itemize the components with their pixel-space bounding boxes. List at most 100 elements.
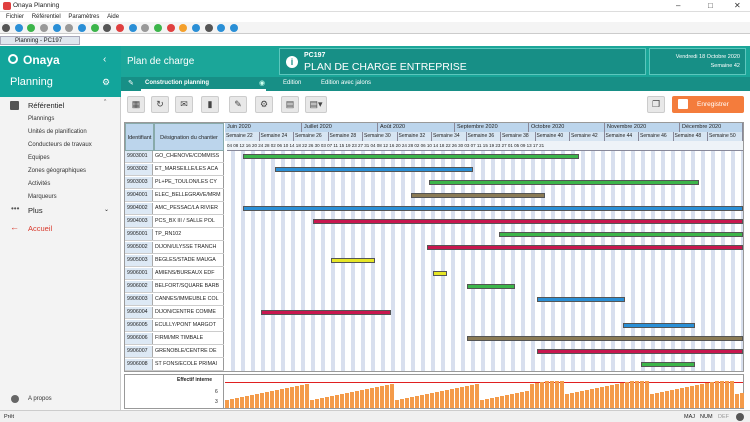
sidebar-item-referentiel[interactable]: Référentiel [28,101,64,110]
gantt-bar[interactable] [537,349,743,354]
gantt-bar[interactable] [331,258,375,263]
table-row[interactable]: 9904001 ELEC_BELLEGRAVE/MRM [125,190,224,202]
gantt-bar[interactable] [243,206,743,211]
column-header-desc[interactable]: Désignation du chantier [154,123,224,151]
back-icon[interactable] [2,24,10,32]
collapse-icon[interactable]: ‹ [103,54,106,65]
effectif-bar [700,384,704,408]
delete-icon[interactable] [116,24,125,32]
maximize-icon[interactable]: □ [708,1,713,10]
effectif-bar [725,381,729,408]
gantt-bar[interactable] [433,271,447,276]
check-icon[interactable] [154,24,163,32]
table-row[interactable]: 9906008 ST FONS/ECOLE PRIMAI [125,359,224,371]
table-row[interactable]: 9904003 PCS_BX III / SALLE POL [125,216,224,228]
export-icon[interactable]: ▤▾ [305,96,327,113]
sidebar-item-apropos[interactable]: A propos [28,396,52,402]
close-icon[interactable]: ✕ [734,1,741,10]
lock-icon[interactable] [65,24,74,32]
settings-button-icon[interactable]: ⚙ [255,96,273,113]
sidebar-item-equipes[interactable]: Equipes [28,155,50,161]
save-icon[interactable] [103,24,112,32]
copy-icon[interactable] [128,24,137,32]
tab-edition-jalons[interactable]: Edition avec jalons [321,80,371,86]
minimize-icon[interactable]: – [676,1,680,10]
calendar-icon[interactable]: ▦ [127,96,145,113]
file-icon[interactable]: ▤ [281,96,299,113]
edit-doc-icon[interactable]: ✎ [229,96,247,113]
add-icon[interactable] [27,24,36,32]
document-tab[interactable]: Planning - PC197 [0,36,80,45]
effectif-bar [285,388,289,408]
table-row[interactable]: 9906005 ECULLY/PONT MARGOT [125,320,224,332]
refresh-icon[interactable] [14,24,23,32]
table-row[interactable]: 9906004 DIJON/CENTRE COMME [125,307,224,319]
sidebar-item-plannings[interactable]: Plannings [28,116,54,122]
menu-referentiel[interactable]: Référentiel [32,12,61,22]
gantt-bar[interactable] [429,180,699,185]
menu-aide[interactable]: Aide [107,12,119,22]
gantt-bar[interactable] [275,167,473,172]
refresh-button-icon[interactable]: ↻ [151,96,169,113]
stop-icon[interactable] [166,24,175,32]
sidebar-item-accueil[interactable]: Accueil [28,224,52,233]
table-row[interactable]: 9906003 CANNES/IMMEUBLE COL [125,294,224,306]
gantt-bar[interactable] [243,154,579,159]
chevron-down-icon[interactable]: ⌄ [104,206,109,213]
sidebar-item-zones[interactable]: Zones géographiques [28,168,86,174]
table-row[interactable]: 9906006 FIRMI/MR TIMBALE [125,333,224,345]
table-row[interactable]: 9903002 ET_MARSEILLE/LES ACA [125,164,224,176]
print-icon[interactable] [204,24,213,32]
info-icon[interactable] [192,24,201,32]
gantt-bar[interactable] [467,336,743,341]
gantt-bar[interactable] [623,323,695,328]
globe-icon[interactable] [52,24,61,32]
sidebar-item-unites[interactable]: Unités de planification [28,129,87,135]
mail-icon[interactable]: ✉ [175,96,193,113]
sidebar-item-plus[interactable]: Plus [28,206,43,215]
play-icon[interactable] [90,24,99,32]
row-description: ECULLY/PONT MARGOT [155,322,217,328]
trash-icon[interactable]: ▮ [201,96,219,113]
table-row[interactable]: 9906001 AMIENS/BUREAUX EDF [125,268,224,280]
table-row[interactable]: 9905002 DIJON/ULYSSE TRANCH [125,242,224,254]
gantt-bar[interactable] [641,362,695,367]
save-button[interactable]: Enregistrer [672,96,744,113]
undo-icon[interactable] [217,24,226,32]
gear-icon[interactable]: ⚙ [102,77,110,88]
menu-parametres[interactable]: Paramètres [68,12,99,22]
table-row[interactable]: 9905003 BEGLES/STADE MAUGA [125,255,224,267]
sidebar-item-conducteurs[interactable]: Conducteurs de travaux [28,142,92,148]
week-header: Semaine 34 [432,132,467,141]
table-row[interactable]: 9906007 GRENOBLE/CENTRE DE [125,346,224,358]
gantt-bar[interactable] [411,193,545,198]
settings-icon[interactable] [40,24,49,32]
gantt-bar[interactable] [499,232,743,237]
effectif-bar [480,400,484,408]
chevron-up-icon[interactable]: ˆ [104,100,106,107]
sidebar-item-marqueurs[interactable]: Marqueurs [28,194,57,200]
table-row[interactable]: 9903003 PL+PE_TOULON/LES CY [125,177,224,189]
table-row[interactable]: 9903001 GO_CHENOVE/COMMISS [125,151,224,163]
column-header-id[interactable]: Identifiant [125,123,154,151]
tab-edition[interactable]: Edition [283,80,301,86]
table-row[interactable]: 9904002 AMC_PESSAC/LA RIVIER [125,203,224,215]
copy-doc-icon[interactable]: ❐ [647,96,665,113]
gantt-bar[interactable] [537,297,625,302]
paste-icon[interactable] [141,24,150,32]
gantt-bar[interactable] [427,245,743,250]
menu-fichier[interactable]: Fichier [6,12,24,22]
sidebar-item-activites[interactable]: Activités [28,181,50,187]
table-row[interactable]: 9905001 TP_RN102 [125,229,224,241]
user-icon[interactable] [78,24,87,32]
redo-icon[interactable] [230,24,239,32]
gantt-bar[interactable] [313,219,743,224]
gantt-bar[interactable] [261,310,391,315]
table-row[interactable]: 9906002 BELFORT/SQUARE BARB [125,281,224,293]
effectif-bar [260,393,264,408]
tab-construction[interactable]: Construction planning [145,80,209,86]
gantt-bar[interactable] [467,284,515,289]
warning-icon[interactable] [179,24,188,32]
effectif-bar [695,385,699,408]
settings-status-icon[interactable] [736,413,744,421]
